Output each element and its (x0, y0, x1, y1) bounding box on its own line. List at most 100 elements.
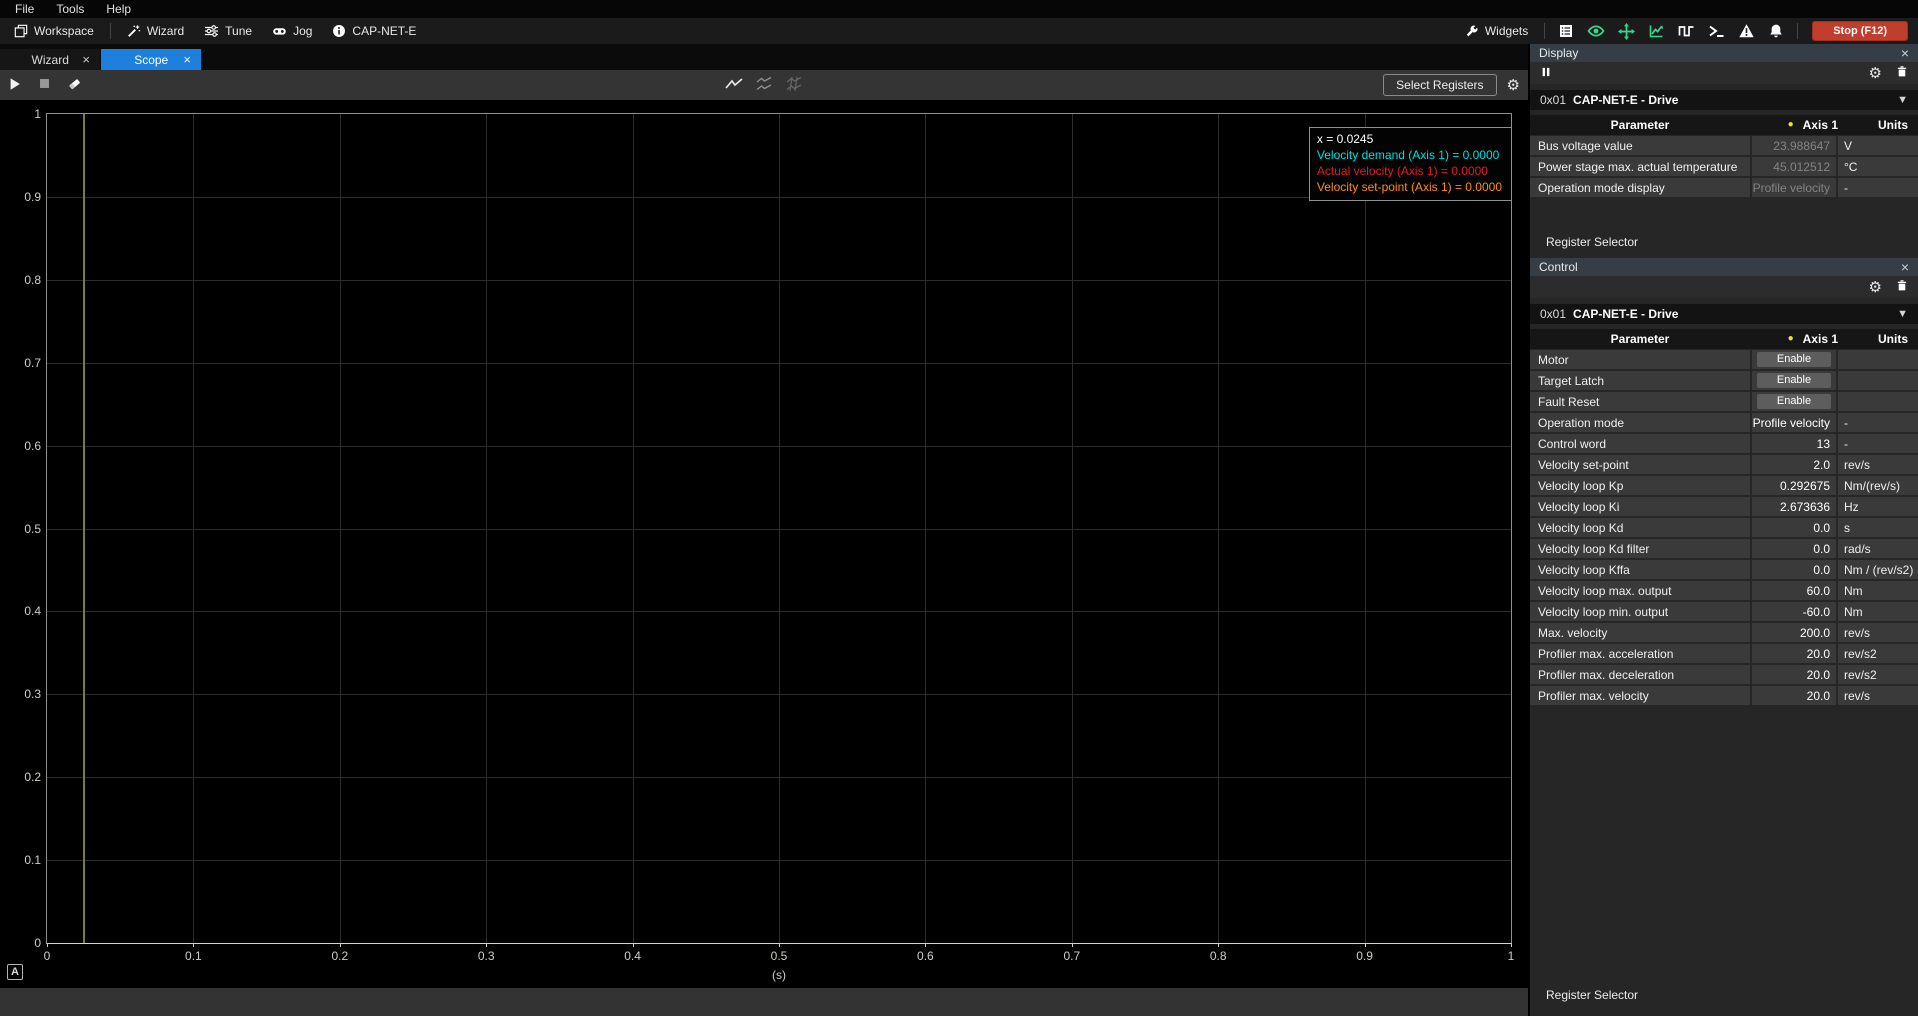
menu-file[interactable]: File (4, 0, 45, 18)
workspace-button[interactable]: Workspace (4, 20, 104, 42)
select-registers-button[interactable]: Select Registers (1383, 74, 1497, 96)
param-unit: Hz (1838, 497, 1918, 516)
jog-button[interactable]: Jog (262, 20, 322, 42)
device-button[interactable]: CAP-NET-E (322, 20, 426, 42)
enable-button[interactable]: Enable (1757, 352, 1831, 367)
param-value-cell[interactable]: 0.0 (1752, 560, 1836, 579)
trash-icon[interactable] (1896, 279, 1908, 295)
table-row: Fault Reset Enable (1530, 392, 1918, 411)
toolbar-separator (109, 23, 111, 39)
toolbar-separator (1797, 23, 1799, 39)
chevron-down-icon: ▼ (1897, 94, 1908, 106)
table-row: Velocity loop Kffa 0.0 Nm / (rev/s2) (1530, 560, 1918, 579)
register-selector-link[interactable]: Register Selector (1546, 235, 1918, 249)
param-value-cell[interactable]: 13 (1752, 434, 1836, 453)
info-icon (333, 25, 346, 37)
param-label: Profiler max. deceleration (1530, 665, 1750, 684)
gear-icon[interactable]: ⚙ (1869, 280, 1882, 295)
param-unit: Nm (1838, 602, 1918, 621)
widgets-label: Widgets (1484, 24, 1529, 38)
warning-icon[interactable] (1731, 20, 1761, 42)
x-tick-mark (1218, 943, 1220, 947)
console-icon[interactable] (1701, 20, 1731, 42)
close-icon[interactable]: × (1901, 260, 1909, 274)
tab-scope[interactable]: Scope × (101, 49, 201, 70)
param-unit: - (1838, 434, 1918, 453)
close-icon[interactable]: × (1901, 46, 1909, 60)
menu-tools[interactable]: Tools (45, 0, 95, 18)
param-value-cell[interactable]: 2.0 (1752, 455, 1836, 474)
notification-bell-icon[interactable] (1761, 20, 1791, 42)
x-tick-label: 0.2 (331, 949, 349, 963)
single-curve-icon[interactable] (724, 76, 744, 95)
enable-button[interactable]: Enable (1757, 394, 1831, 409)
param-value-cell: 45.012512 (1752, 157, 1836, 176)
grid-line (47, 445, 1511, 447)
table-row: Power stage max. actual temperature 45.01… (1530, 157, 1918, 176)
register-selector-link[interactable]: Register Selector (1546, 988, 1918, 1002)
grid-line (47, 860, 1511, 862)
device-selector[interactable]: 0x01 CAP-NET-E - Drive ▼ (1530, 90, 1918, 110)
param-value-cell[interactable]: 200.0 (1752, 623, 1836, 642)
param-value-cell[interactable]: 0.292675 (1752, 476, 1836, 495)
x-tick-label: 0 (43, 949, 51, 963)
plot-area[interactable]: 0 0.1 0.2 0.3 0.4 0.5 0.6 0.7 0.8 0.9 1 0 0.1 0.2 0.3 0… (24, 107, 1514, 963)
param-value-cell[interactable]: 0.0 (1752, 539, 1836, 558)
param-value-cell[interactable]: 20.0 (1752, 686, 1836, 705)
param-value-cell[interactable]: 2.673636 (1752, 497, 1836, 516)
x-tick-mark (193, 943, 195, 947)
menu-help[interactable]: Help (95, 0, 142, 18)
param-value-cell[interactable]: 20.0 (1752, 644, 1836, 663)
tune-sliders-icon (205, 25, 219, 37)
register-list-icon[interactable] (1551, 20, 1581, 42)
panel-title: Display (1539, 46, 1579, 60)
signal-wave-icon[interactable] (1671, 20, 1701, 42)
param-value-cell[interactable]: 0.0 (1752, 518, 1836, 537)
toolbar-separator (1544, 23, 1546, 39)
grid-line (47, 362, 1511, 364)
param-label: Max. velocity (1530, 623, 1750, 642)
stop-button[interactable]: Stop (F12) (1812, 21, 1908, 41)
split-curve-icon[interactable] (784, 76, 804, 95)
param-label: Velocity loop Kffa (1530, 560, 1750, 579)
pause-icon[interactable] (1540, 66, 1552, 81)
motion-move-icon[interactable] (1611, 20, 1641, 42)
play-icon[interactable] (8, 77, 22, 94)
tab-wizard[interactable]: Wizard × (0, 49, 100, 70)
stop-capture-icon[interactable] (38, 77, 51, 93)
grid-line (47, 528, 1511, 530)
y-tick-label: 0.2 (24, 770, 41, 785)
scope-capture-controls (8, 77, 82, 94)
param-unit: rev/s (1838, 623, 1918, 642)
close-icon[interactable]: × (181, 53, 193, 66)
param-label: Velocity set-point (1530, 455, 1750, 474)
wizard-button[interactable]: Wizard (117, 20, 194, 42)
grid-line (47, 196, 1511, 198)
multi-curve-icon[interactable] (754, 76, 774, 95)
device-selector[interactable]: 0x01 CAP-NET-E - Drive ▼ (1530, 304, 1918, 324)
param-unit: s (1838, 518, 1918, 537)
panel-toolbar-right: ⚙ (1869, 279, 1908, 295)
gear-icon[interactable]: ⚙ (1507, 78, 1520, 93)
tune-button[interactable]: Tune (194, 20, 262, 42)
param-unit: Nm / (rev/s2) (1838, 560, 1918, 579)
gear-icon[interactable]: ⚙ (1869, 66, 1882, 81)
monitor-eye-icon[interactable] (1581, 20, 1611, 42)
close-icon[interactable]: × (80, 53, 92, 66)
param-label: Velocity loop max. output (1530, 581, 1750, 600)
widgets-button[interactable]: Widgets (1455, 20, 1538, 42)
autoscale-button[interactable]: A (7, 964, 23, 980)
clear-plot-icon[interactable] (67, 77, 82, 94)
param-label: Velocity loop Ki (1530, 497, 1750, 516)
param-value-cell[interactable]: 20.0 (1752, 665, 1836, 684)
x-tick-mark (486, 943, 488, 947)
trash-icon[interactable] (1896, 65, 1908, 81)
scope-chart-icon[interactable] (1641, 20, 1671, 42)
param-value-cell[interactable]: Profile velocity (1752, 413, 1836, 432)
param-value-cell[interactable]: -60.0 (1752, 602, 1836, 621)
param-value-cell[interactable]: 60.0 (1752, 581, 1836, 600)
param-unit (1838, 392, 1918, 411)
table-row: Velocity loop Kp 0.292675 Nm/(rev/s) (1530, 476, 1918, 495)
chart-cursor-line[interactable] (82, 114, 85, 943)
enable-button[interactable]: Enable (1757, 373, 1831, 388)
